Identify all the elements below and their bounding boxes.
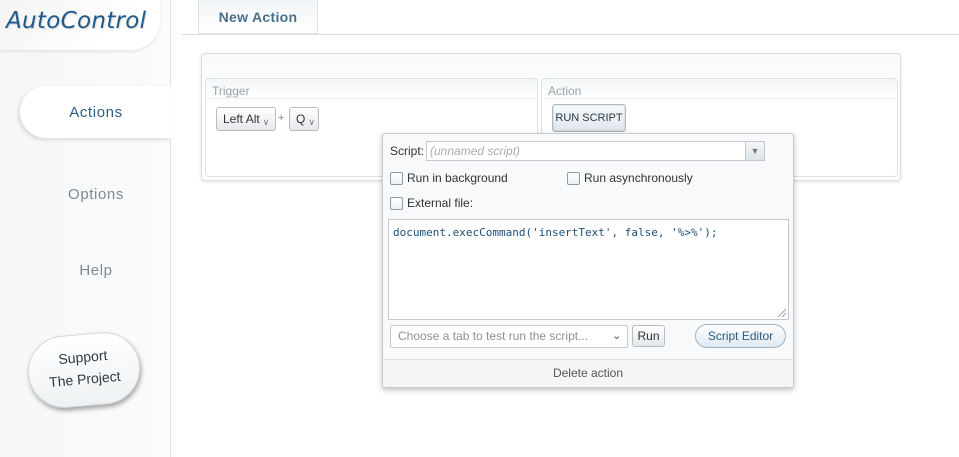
trigger-key-dropdown[interactable]: Q ∨ [289, 107, 319, 131]
test-tab-select[interactable]: Choose a tab to test run the script... [390, 325, 628, 348]
sidebar-item-label: Options [68, 185, 124, 203]
script-editor-label: Script Editor [707, 329, 774, 343]
sidebar-item-actions[interactable]: Actions [20, 86, 172, 138]
chevron-down-icon: ⌄ [612, 330, 622, 342]
run-button-label: Run [637, 329, 660, 343]
run-button[interactable]: Run [632, 325, 665, 347]
app-logo-text: AutoControl [6, 8, 147, 34]
section-header [542, 79, 897, 99]
app-logo: AutoControl [0, 0, 160, 50]
external-file-label: External file: [407, 196, 474, 210]
chevron-down-icon: ∨ [308, 116, 315, 127]
chevron-down-icon: ∨ [262, 116, 270, 127]
script-editor-button[interactable]: Script Editor [695, 324, 786, 348]
tab-new-action[interactable]: New Action [198, 0, 318, 34]
sidebar-item-help[interactable]: Help [20, 244, 172, 296]
run-script-label: RUN SCRIPT [555, 112, 623, 124]
script-select-value: (unnamed script) [430, 144, 521, 158]
external-file-option[interactable]: External file: [390, 196, 473, 210]
run-asynchronously-option[interactable]: Run asynchronously [567, 171, 693, 185]
run-in-background-checkbox[interactable] [390, 171, 403, 185]
run-in-background-label: Run in background [407, 171, 508, 185]
delete-action-button[interactable]: Delete action [383, 366, 793, 380]
sidebar-item-label: Help [79, 261, 113, 279]
script-code-editor[interactable]: document.execCommand('insertText', false… [388, 219, 789, 320]
resize-grip-icon[interactable] [776, 307, 787, 318]
sidebar-item-label: Actions [69, 103, 123, 121]
trigger-title: Trigger [212, 84, 250, 98]
run-asynchronously-checkbox[interactable] [567, 171, 580, 185]
action-title: Action [548, 84, 582, 98]
chevron-down-icon[interactable]: ▼ [745, 142, 764, 160]
header-divider [182, 34, 959, 35]
section-header [206, 79, 537, 99]
trigger-key-label: Q [296, 112, 306, 126]
modifier-key-label: Left Alt [223, 112, 260, 126]
modifier-key-dropdown[interactable]: Left Alt ∨ [216, 107, 276, 131]
run-in-background-option[interactable]: Run in background [390, 171, 508, 185]
external-file-checkbox[interactable] [390, 196, 403, 210]
run-script-button[interactable]: RUN SCRIPT [552, 104, 626, 132]
script-label: Script: [390, 144, 425, 158]
run-asynchronously-label: Run asynchronously [584, 171, 693, 185]
test-tab-select-value: Choose a tab to test run the script... [398, 329, 589, 343]
script-select[interactable]: (unnamed script) [426, 141, 765, 161]
sidebar-item-options[interactable]: Options [20, 168, 172, 220]
plus-sign: + [278, 112, 285, 124]
tab-label: New Action [218, 8, 298, 25]
